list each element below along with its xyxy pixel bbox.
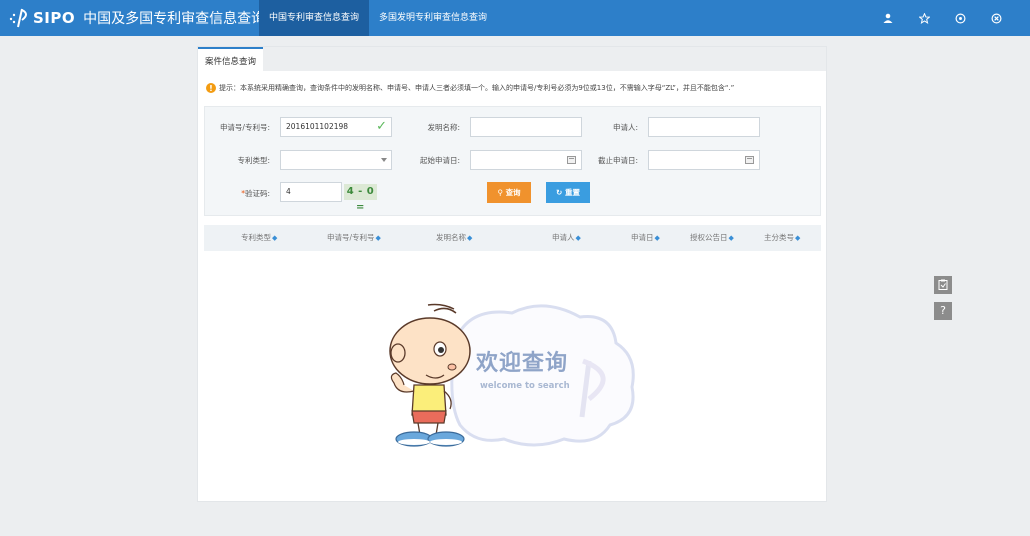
reset-button[interactable]: ↻ 重置 [546,182,590,203]
column-label: 申请日 [631,233,654,242]
sort-icon: ◆ [728,234,734,242]
sort-icon: ◆ [795,234,801,242]
patent-type-label: 专利类型: [237,156,270,165]
sort-icon: ◆ [375,234,381,242]
calendar-icon[interactable] [567,156,576,164]
search-button[interactable]: ⚲ 查询 [487,182,531,203]
captcha-label: *验证码: [210,188,270,199]
column-header[interactable]: 申请日◆ [631,225,660,251]
tab-china-patent-query[interactable]: 中国专利审查信息查询 [259,0,370,36]
check-icon: ✓ [376,119,387,134]
chevron-down-icon [381,158,387,162]
column-label: 专利类型 [241,233,271,242]
patent-type-select[interactable] [280,150,392,170]
query-panel: 案件信息查询 ! 提示：本系统采用精确查询，查询条件中的发明名称、申请号、申请人… [197,46,827,502]
search-icon: ⚲ [497,188,503,197]
user-icon[interactable] [870,0,906,36]
warning-icon: ! [206,83,216,93]
close-circle-icon[interactable] [978,0,1014,36]
column-header[interactable]: 授权公告日◆ [690,225,734,251]
top-header: SIPO 中国及多国专利审查信息查询 中国专利审查信息查询 多国发明专利审查信息… [0,0,1030,36]
welcome-title: 欢迎查询 [476,351,569,376]
header-tools [870,0,1014,36]
column-label: 发明名称 [436,233,466,242]
sipo-logo-icon [9,8,27,28]
reset-button-label: 重置 [564,188,580,197]
applicant-input[interactable] [648,117,760,137]
notice-text: 提示：本系统采用精确查询，查询条件中的发明名称、申请号、申请人三者必须填一个。输… [219,84,735,92]
start-date-label: 起始申请日: [419,156,460,165]
sort-icon: ◆ [575,234,581,242]
logo-sipo-text: SIPO [33,9,76,27]
column-header[interactable]: 专利类型◆ [241,225,277,251]
column-label: 授权公告日 [690,233,728,242]
main-nav: 中国专利审查信息查询 多国发明专利审查信息查询 [259,0,497,36]
captcha-image[interactable]: 4 - 0 = [344,184,377,213]
column-header[interactable]: 申请人◆ [552,225,581,251]
search-button-label: 查询 [505,188,521,197]
star-icon[interactable] [906,0,942,36]
sort-icon: ◆ [272,234,278,242]
column-label: 申请号/专利号 [327,233,375,242]
captcha-value: 4 [286,187,291,196]
column-label: 主分类号 [764,233,794,242]
refresh-icon: ↻ [556,188,563,197]
app-no-label: 申请号/专利号: [219,123,270,132]
captcha-input[interactable]: 4 [280,182,342,202]
help-question-icon[interactable]: ? [934,302,952,320]
results-table-header: 专利类型◆ 申请号/专利号◆ 发明名称◆ 申请人◆ 申请日◆ 授权公告日◆ 主分… [204,225,821,251]
tab-multi-country-query[interactable]: 多国发明专利审查信息查询 [369,0,497,36]
sipo-logo[interactable]: SIPO 中国及多国专利审查信息查询 [8,7,265,29]
tab-case-info-query[interactable]: 案件信息查询 [198,47,264,71]
invention-name-label: 发明名称: [427,123,460,132]
welcome-subtitle: welcome to search [480,381,570,391]
applicant-label: 申请人: [612,123,638,132]
query-notice: ! 提示：本系统采用精确查询，查询条件中的发明名称、申请号、申请人三者必须填一个… [206,83,734,93]
app-no-input[interactable]: 2016101102198 ✓ [280,117,392,137]
site-title: 中国及多国专利审查信息查询 [83,11,266,27]
search-form: 申请号/专利号: 2016101102198 ✓ 发明名称: 申请人: 专利类型… [204,106,821,216]
clipboard-icon[interactable] [934,276,952,294]
end-date-label: 截止申请日: [597,156,638,165]
help-circle-icon[interactable] [942,0,978,36]
sort-icon: ◆ [654,234,660,242]
column-header[interactable]: 主分类号◆ [764,225,800,251]
start-date-input[interactable] [470,150,582,170]
column-label: 申请人 [552,233,575,242]
column-header[interactable]: 发明名称◆ [436,225,472,251]
calendar-icon[interactable] [745,156,754,164]
captcha-label-text: 验证码: [244,189,270,198]
panel-tab-bar: 案件信息查询 [198,47,826,71]
app-no-value: 2016101102198 [286,122,349,131]
end-date-input[interactable] [648,150,760,170]
sort-icon: ◆ [467,234,473,242]
invention-name-input[interactable] [470,117,582,137]
column-header[interactable]: 申请号/专利号◆ [327,225,381,251]
welcome-illustration: 欢迎查询 welcome to search [384,299,640,451]
